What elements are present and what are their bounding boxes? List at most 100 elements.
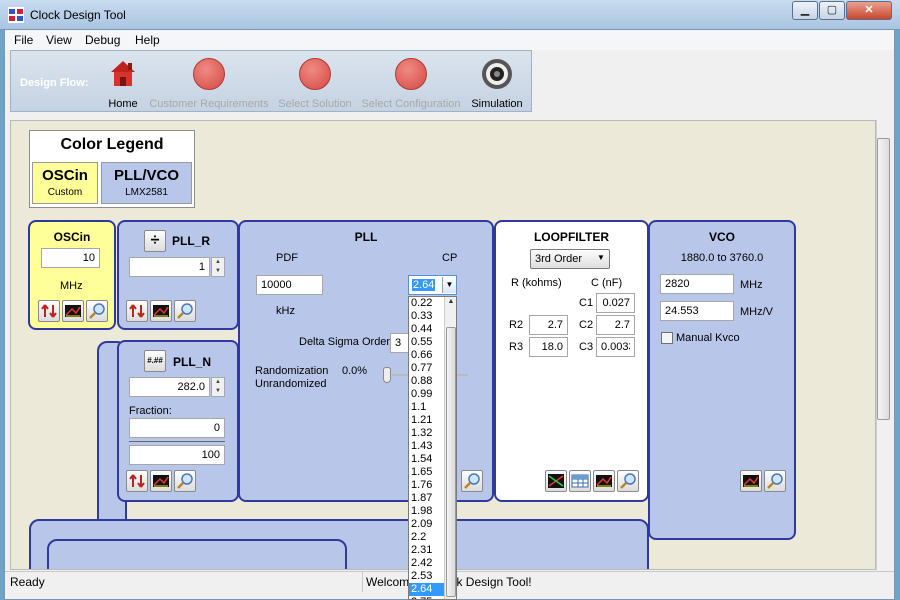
chart-icon[interactable]	[740, 470, 762, 492]
red-circle-icon	[395, 58, 427, 90]
cp-option[interactable]: 0.22	[409, 297, 444, 310]
cp-list-scrollbar[interactable]: ▲	[444, 297, 456, 599]
fraction-denominator-input[interactable]	[129, 445, 225, 465]
divide-icon[interactable]: ÷	[144, 230, 166, 252]
cp-select[interactable]: 2.64 ▼	[408, 275, 457, 295]
maximize-button[interactable]: ▢	[819, 1, 845, 20]
search-icon[interactable]	[174, 300, 196, 322]
flow-select-configuration-label: Select Configuration	[361, 98, 461, 110]
status-divider	[362, 572, 363, 592]
pll-r-spinner[interactable]: ▲ ▼	[211, 257, 225, 277]
c3-input[interactable]	[596, 337, 635, 357]
manual-kvco-checkbox[interactable]	[661, 332, 673, 344]
oscin-frequency-input[interactable]	[41, 248, 100, 268]
menu-debug[interactable]: Debug	[85, 33, 120, 47]
pll-r-title: PLL_R	[172, 234, 211, 248]
c2-input[interactable]	[596, 315, 635, 335]
r3-input[interactable]	[529, 337, 568, 357]
cp-label: CP	[442, 252, 458, 264]
cp-option[interactable]: 2.09	[409, 518, 444, 531]
cp-option[interactable]: 2.31	[409, 544, 444, 557]
flow-select-solution[interactable]: Select Solution	[275, 58, 355, 110]
flow-select-configuration[interactable]: Select Configuration	[358, 58, 464, 110]
red-circle-icon	[193, 58, 225, 90]
cp-option[interactable]: 0.66	[409, 349, 444, 362]
table-icon[interactable]	[569, 470, 591, 492]
search-icon[interactable]	[174, 470, 196, 492]
cp-options: 0.22 0.33 0.44 0.55 0.66 0.77 0.88 0.99 1.1 1.21 1…	[409, 297, 444, 599]
search-icon[interactable]	[617, 470, 639, 492]
filter-order-select[interactable]: 3rd Order ▼	[530, 249, 610, 269]
cp-option[interactable]: 0.55	[409, 336, 444, 349]
menu-view[interactable]: View	[46, 33, 72, 47]
swap-icon[interactable]	[126, 470, 148, 492]
connector-frame	[47, 539, 347, 569]
cp-option[interactable]: 1.54	[409, 453, 444, 466]
delta-sigma-input[interactable]	[390, 333, 410, 353]
scrollbar-thumb[interactable]	[877, 138, 890, 420]
flow-home[interactable]: Home	[100, 58, 146, 110]
menu-help[interactable]: Help	[135, 33, 160, 47]
chart-icon[interactable]	[62, 300, 84, 322]
pll-n-input[interactable]	[129, 377, 210, 397]
minimize-button[interactable]: ▁	[792, 1, 818, 20]
cp-option[interactable]: 1.1	[409, 401, 444, 414]
cp-option[interactable]: 0.33	[409, 310, 444, 323]
flow-simulation[interactable]: Simulation	[468, 58, 526, 110]
fraction-numerator-input[interactable]	[129, 418, 225, 438]
kvco-input[interactable]	[660, 301, 734, 321]
cp-option[interactable]: 0.44	[409, 323, 444, 336]
search-icon[interactable]	[461, 470, 483, 492]
menu-file[interactable]: File	[14, 33, 33, 47]
cp-list-scroll-thumb[interactable]	[446, 327, 456, 597]
randomization-slider-thumb[interactable]	[383, 367, 391, 383]
cp-option[interactable]: 0.77	[409, 362, 444, 375]
cp-option[interactable]: 1.43	[409, 440, 444, 453]
pdf-unit: kHz	[276, 305, 295, 317]
swap-icon[interactable]	[126, 300, 148, 322]
flow-customer-requirements[interactable]: Customer Requirements	[148, 58, 270, 110]
pll-r-input[interactable]	[129, 257, 210, 277]
close-button[interactable]: ✕	[846, 1, 892, 20]
cp-option[interactable]: 2.75	[409, 596, 444, 599]
flow-select-solution-label: Select Solution	[278, 98, 352, 110]
swap-icon[interactable]	[38, 300, 60, 322]
cp-option[interactable]: 1.87	[409, 492, 444, 505]
vco-title: VCO	[708, 230, 735, 244]
cp-option[interactable]: 1.21	[409, 414, 444, 427]
vco-frequency-input[interactable]	[660, 274, 734, 294]
chart-icon[interactable]	[593, 470, 615, 492]
design-flow-label: Design Flow:	[20, 77, 89, 89]
app-icon	[8, 7, 24, 23]
cp-option[interactable]: 1.32	[409, 427, 444, 440]
cp-option[interactable]: 2.2	[409, 531, 444, 544]
cp-option[interactable]: 1.76	[409, 479, 444, 492]
chart-icon[interactable]	[150, 300, 172, 322]
cp-dropdown-list[interactable]: 0.22 0.33 0.44 0.55 0.66 0.77 0.88 0.99 1.1 1.21 1…	[408, 296, 457, 600]
search-icon[interactable]	[764, 470, 786, 492]
bode-plot-icon[interactable]	[545, 470, 567, 492]
pll-title: PLL	[354, 230, 378, 244]
chart-icon[interactable]	[150, 470, 172, 492]
legend-oscin-title: OSCin	[42, 167, 88, 184]
cp-option[interactable]: 2.42	[409, 557, 444, 570]
r2-input[interactable]	[529, 315, 568, 335]
status-left: Ready	[10, 575, 45, 589]
search-icon[interactable]	[86, 300, 108, 322]
filter-order-value: 3rd Order	[535, 253, 583, 265]
red-circle-icon	[299, 58, 331, 90]
cp-option[interactable]: 0.88	[409, 375, 444, 388]
pdf-label: PDF	[276, 252, 298, 264]
pdf-input[interactable]	[256, 275, 323, 295]
chevron-down-icon[interactable]: ▼	[442, 277, 456, 293]
pll-n-spinner[interactable]: ▲ ▼	[211, 377, 225, 397]
chevron-up-icon[interactable]: ▲	[446, 298, 456, 310]
cp-option[interactable]: 1.98	[409, 505, 444, 518]
cp-option[interactable]: 2.64	[409, 583, 444, 596]
legend-oscin-sub: Custom	[47, 187, 83, 198]
cp-option[interactable]: 2.53	[409, 570, 444, 583]
cp-option[interactable]: 0.99	[409, 388, 444, 401]
fraction-icon[interactable]: #.##	[144, 350, 166, 372]
c1-input[interactable]	[596, 293, 635, 313]
cp-option[interactable]: 1.65	[409, 466, 444, 479]
